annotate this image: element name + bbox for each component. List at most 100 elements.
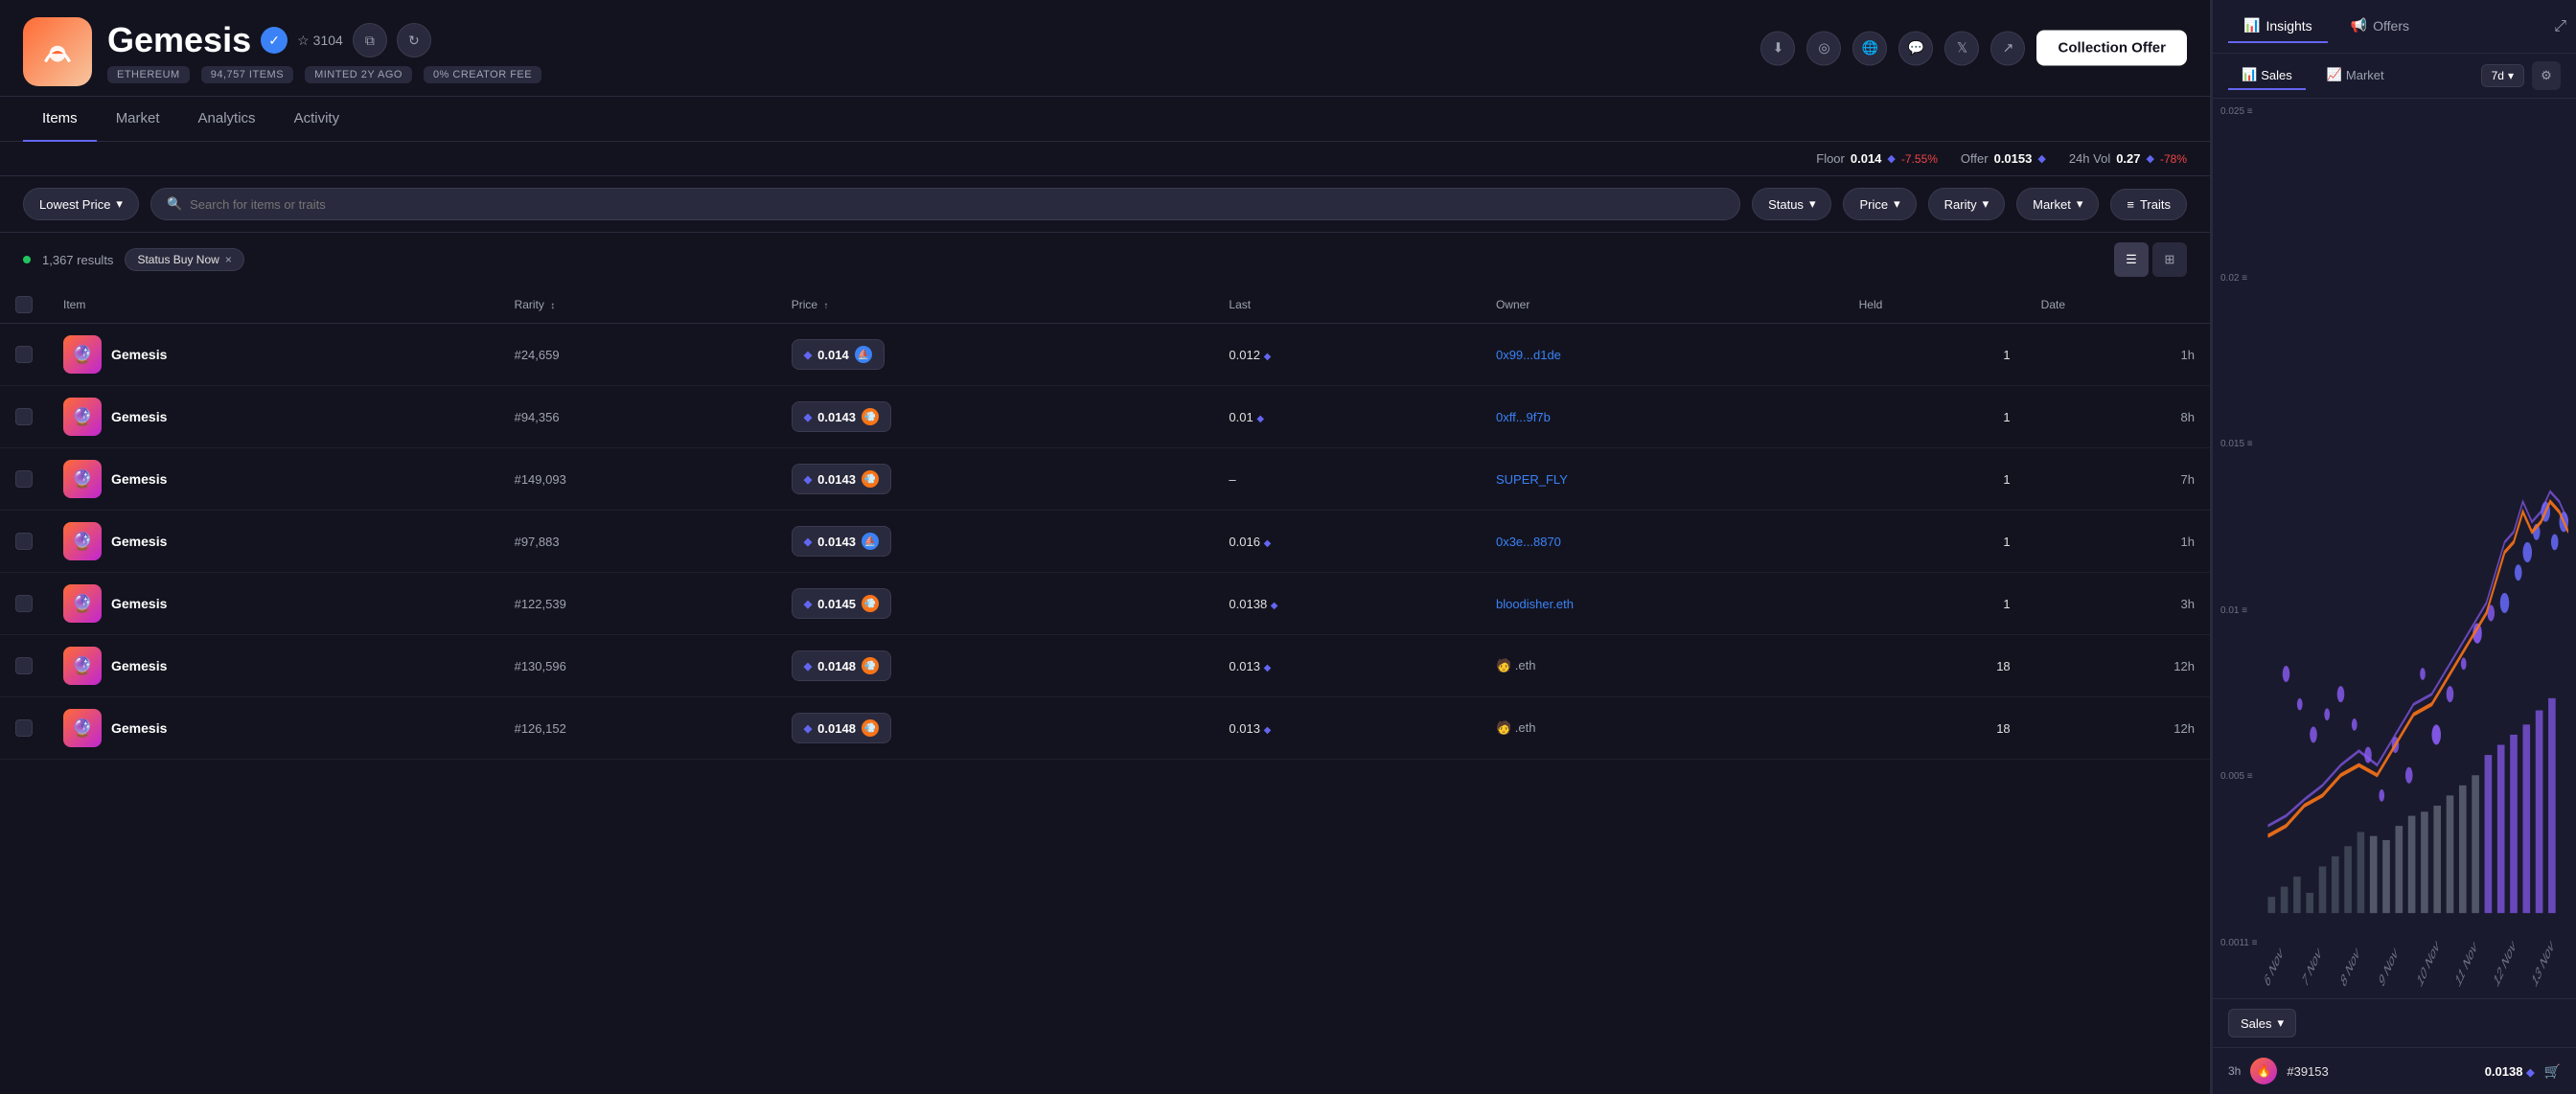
owner-link[interactable]: bloodisher.eth — [1496, 597, 1574, 611]
tab-market[interactable]: Market — [97, 97, 179, 142]
price-eth-icon: ◆ — [804, 473, 812, 486]
sale-price: 0.0138 ◆ — [2485, 1064, 2535, 1079]
insights-label: Insights — [2266, 18, 2312, 34]
offers-tab[interactable]: 📢 Offers — [2335, 10, 2425, 43]
vol-stat: 24h Vol 0.27 ◆ -78% — [2069, 151, 2187, 166]
insights-tab[interactable]: 📊 Insights — [2228, 10, 2328, 43]
y-label-2: 0.015 ≡ — [2220, 439, 2257, 449]
row-checkbox[interactable] — [15, 719, 33, 737]
copy-button[interactable]: ⧉ — [353, 23, 387, 57]
refresh-button[interactable]: ↻ — [397, 23, 431, 57]
items-table-container: Item Rarity ↕ Price ↑ Last Owner Held Da… — [0, 286, 2210, 1094]
row-checkbox[interactable] — [15, 657, 33, 674]
search-input[interactable] — [190, 197, 1724, 212]
sales-chart-icon: 📊 — [2242, 67, 2257, 82]
item-name: Gemesis — [111, 658, 167, 673]
sale-thumbnail: 🔥 — [2250, 1058, 2277, 1084]
last-cell: 0.016 ◆ — [1213, 511, 1481, 573]
tab-items[interactable]: Items — [23, 97, 97, 142]
price-filter[interactable]: Price ▾ — [1843, 188, 1916, 220]
status-tag-close[interactable]: × — [225, 253, 232, 266]
row-checkbox-cell — [0, 448, 48, 511]
owner-cell: SUPER_FLY — [1481, 448, 1844, 511]
chart-settings-button[interactable]: ⚙ — [2532, 61, 2561, 90]
sales-dropdown[interactable]: Sales ▾ — [2228, 1009, 2296, 1037]
status-tag-label: Status Buy Now — [137, 253, 218, 266]
table-row: 🔮 Gemesis #126,152 ◆ 0.0148 💨 0.013 ◆ 🧑 … — [0, 697, 2210, 760]
sort-dropdown[interactable]: Lowest Price ▾ — [23, 188, 139, 220]
item-thumbnail: 🔮 — [63, 335, 102, 374]
date-cell: 8h — [2026, 386, 2210, 448]
right-panel-header: 📊 Insights 📢 Offers ⤢ — [2213, 0, 2576, 54]
select-all-header[interactable] — [0, 286, 48, 324]
tab-activity[interactable]: Activity — [275, 97, 359, 142]
twitter-icon[interactable]: 𝕏 — [1944, 31, 1979, 65]
row-checkbox-cell — [0, 573, 48, 635]
price-header[interactable]: Price ↑ — [776, 286, 1214, 324]
owner-cell: 🧑 .eth — [1481, 697, 1844, 760]
vol-value: 0.27 — [2116, 151, 2140, 166]
bubble-icon[interactable]: ◎ — [1806, 31, 1841, 65]
results-count: 1,367 results — [42, 253, 113, 267]
offers-icon: 📢 — [2351, 17, 2367, 34]
price-box: ◆ 0.0148 💨 — [792, 713, 891, 743]
price-value: 0.0143 — [817, 472, 856, 487]
grid-view-button[interactable]: ⊞ — [2152, 242, 2187, 277]
status-filter[interactable]: Status ▾ — [1752, 188, 1831, 220]
results-bar: 1,367 results Status Buy Now × ☰ ⊞ — [0, 233, 2210, 286]
price-eth-icon: ◆ — [804, 598, 812, 610]
row-checkbox[interactable] — [15, 595, 33, 612]
last-empty: – — [1229, 472, 1235, 487]
row-checkbox[interactable] — [15, 533, 33, 550]
table-row: 🔮 Gemesis #94,356 ◆ 0.0143 💨 0.01 ◆ 0xff… — [0, 386, 2210, 448]
rarity-filter[interactable]: Rarity ▾ — [1928, 188, 2005, 220]
owner-link[interactable]: 0xff...9f7b — [1496, 410, 1551, 424]
download-icon[interactable]: ⬇ — [1760, 31, 1795, 65]
item-cell: 🔮 Gemesis — [48, 573, 499, 635]
share-icon[interactable]: ↗ — [1990, 31, 2025, 65]
star-icon: ☆ — [297, 33, 310, 49]
last-value: 0.013 — [1229, 721, 1260, 736]
cart-icon[interactable]: 🛒 — [2544, 1063, 2561, 1080]
status-label: Status — [1768, 197, 1804, 212]
traits-filter[interactable]: ≡ Traits — [2110, 189, 2187, 220]
star-button[interactable]: ☆ 3104 — [297, 33, 343, 49]
list-view-button[interactable]: ☰ — [2114, 242, 2149, 277]
table-header-row: Item Rarity ↕ Price ↑ Last Owner Held Da… — [0, 286, 2210, 324]
select-all-checkbox[interactable] — [15, 296, 33, 313]
date-header: Date — [2026, 286, 2210, 324]
collection-offer-button[interactable]: Collection Offer — [2036, 31, 2187, 66]
chart-area: 0.025 ≡ 0.02 ≡ 0.015 ≡ 0.01 ≡ 0.005 ≡ 0.… — [2213, 99, 2576, 998]
sales-chart-tab[interactable]: 📊 Sales — [2228, 61, 2306, 90]
collection-meta: ETHEREUM 94,757 ITEMS MINTED 2Y AGO 0% C… — [107, 66, 541, 83]
owner-link[interactable]: SUPER_FLY — [1496, 472, 1568, 487]
price-cell: ◆ 0.0145 💨 — [776, 573, 1214, 635]
chain-badge: ETHEREUM — [107, 66, 190, 83]
owner-link[interactable]: 0x3e...8870 — [1496, 535, 1561, 549]
status-chevron-icon: ▾ — [1809, 196, 1816, 212]
main-panel: Gemesis ✓ ☆ 3104 ⧉ ↻ ETHEREUM 94,757 ITE… — [0, 0, 2210, 1094]
search-box: 🔍 — [150, 188, 1740, 220]
star-count: 3104 — [313, 33, 343, 48]
market-chart-tab[interactable]: 📈 Market — [2313, 61, 2398, 90]
market-icon: 💨 — [862, 470, 879, 488]
expand-button[interactable]: ⤢ — [2554, 18, 2566, 35]
row-checkbox[interactable] — [15, 470, 33, 488]
market-filter[interactable]: Market ▾ — [2016, 188, 2099, 220]
tab-analytics[interactable]: Analytics — [179, 97, 275, 142]
floor-eth-icon: ◆ — [1887, 152, 1895, 165]
last-cell: 0.01 ◆ — [1213, 386, 1481, 448]
rarity-cell: #149,093 — [499, 448, 776, 511]
price-cell: ◆ 0.014 ⛵ — [776, 324, 1214, 386]
discord-icon[interactable]: 💬 — [1898, 31, 1933, 65]
rarity-header[interactable]: Rarity ↕ — [499, 286, 776, 324]
sales-dropdown-label: Sales — [2241, 1016, 2272, 1031]
row-checkbox[interactable] — [15, 346, 33, 363]
row-checkbox[interactable] — [15, 408, 33, 425]
time-period-select[interactable]: 7d ▾ — [2481, 64, 2524, 87]
globe-icon[interactable]: 🌐 — [1852, 31, 1887, 65]
chart-svg: 6 Nov 7 Nov 8 Nov 9 Nov 10 Nov 11 Nov 12… — [2259, 106, 2568, 998]
owner-link[interactable]: 0x99...d1de — [1496, 348, 1561, 362]
held-cell: 1 — [1844, 448, 2026, 511]
last-cell: 0.0138 ◆ — [1213, 573, 1481, 635]
